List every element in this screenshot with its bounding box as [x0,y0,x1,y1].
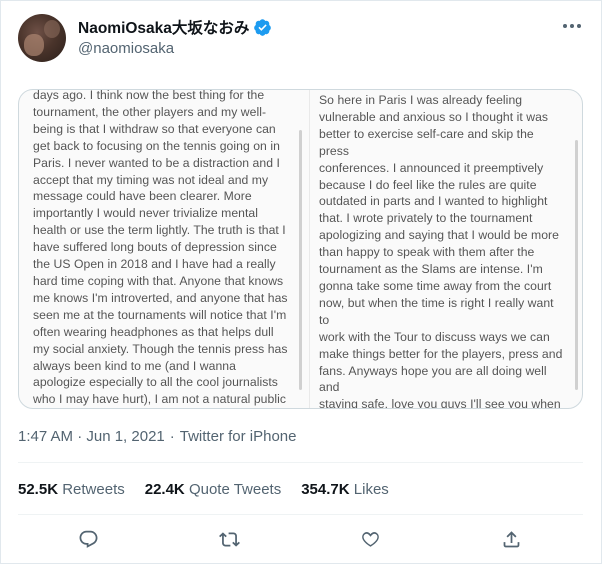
notes-page-right: So here in Paris I was already feeling v… [319,92,564,409]
verified-badge-icon [254,18,272,36]
retweets-label: Retweets [62,481,125,498]
avatar-face-highlight [24,34,44,56]
timestamp[interactable]: 1:47 AM · Jun 1, 2021 [18,428,165,445]
share-icon [503,530,519,547]
avatar-hair-highlight [44,20,60,38]
image-divider [309,90,310,408]
more-dot [577,24,581,28]
notes-text-left: days ago. I think now the best thing for… [33,89,288,407]
engagement-stats: 52.5K Retweets 22.4K Quote Tweets 354.7K… [18,481,389,498]
like-button[interactable] [356,525,384,553]
avatar[interactable] [18,14,66,62]
divider [18,514,583,515]
share-button[interactable] [497,525,525,553]
more-dot [563,24,567,28]
left-scroll-indicator [299,130,302,390]
tweet-meta: 1:47 AM · Jun 1, 2021 · Twitter for iPho… [18,428,296,445]
right-scroll-indicator [575,140,578,390]
reply-icon [79,530,97,548]
meta-separator: · [169,428,175,445]
divider [18,462,583,463]
more-options-icon[interactable] [560,18,584,34]
notes-text-right-body: So here in Paris I was already feeling v… [319,93,563,409]
reply-button[interactable] [74,525,102,553]
handle[interactable]: @naomiosaka [78,40,174,57]
retweet-icon [218,531,240,547]
quote-tweets-label: Quote Tweets [188,481,282,498]
retweet-button[interactable] [215,525,243,553]
tweet-image[interactable]: days ago. I think now the best thing for… [18,89,583,409]
retweets-stat[interactable]: 52.5K Retweets [18,481,125,498]
likes-label: Likes [353,481,389,498]
retweets-count: 52.5K [18,481,59,498]
author-name-row[interactable]: NaomiOsaka大坂なおみ [78,16,272,38]
like-icon [361,531,379,547]
notes-text-right: So here in Paris I was already feeling v… [319,92,564,409]
more-dot [570,24,574,28]
quote-tweets-count: 22.4K [144,481,185,498]
likes-count: 354.7K [301,481,350,498]
tweet-source[interactable]: Twitter for iPhone [180,428,297,445]
likes-stat[interactable]: 354.7K Likes [301,481,389,498]
quote-tweets-stat[interactable]: 22.4K Quote Tweets [145,481,281,498]
action-bar [18,525,583,553]
display-name[interactable]: NaomiOsaka大坂なおみ [78,16,249,38]
notes-page-left: days ago. I think now the best thing for… [33,89,301,408]
